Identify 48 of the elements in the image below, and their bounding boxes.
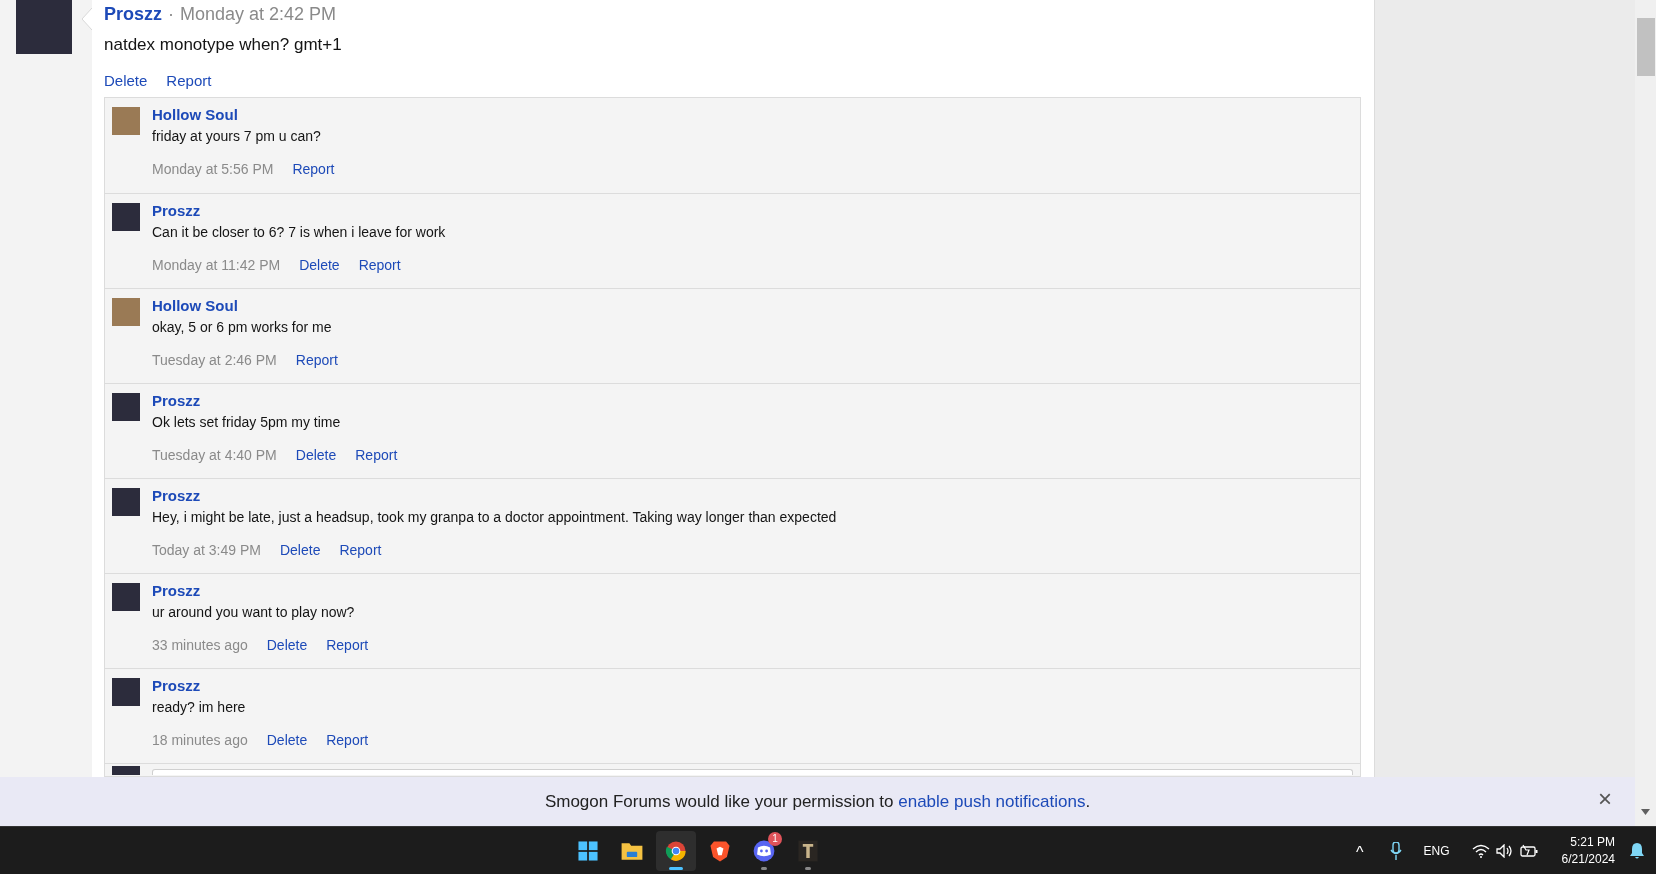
comment-text: Ok lets set friday 5pm my time (152, 413, 342, 431)
action-link[interactable]: Delete (104, 69, 148, 92)
author-link[interactable]: Proszz (104, 1, 163, 28)
author-link[interactable]: Proszz (152, 677, 369, 695)
post-time: Monday at 2:42 PM (180, 3, 337, 26)
comment-text: ur around you want to play now? (152, 603, 356, 621)
clock-time[interactable]: 5:21 PM (1570, 834, 1615, 851)
comment-time: Tuesday at 2:46 PM (152, 351, 277, 370)
tray-caret[interactable]: ^ (1356, 841, 1364, 865)
action-link[interactable]: Report (326, 635, 369, 656)
author-link[interactable]: Hollow Soul (152, 106, 335, 124)
comment-text: okay, 5 or 6 pm works for me (152, 318, 333, 336)
notification-message: Smogon Forums would like your permission to enable push notifications. (544, 790, 1091, 813)
action-link[interactable]: Report (326, 730, 369, 751)
author-link[interactable]: Proszz (152, 487, 837, 505)
action-link[interactable]: Delete (279, 540, 321, 561)
notification-badge: 1 (768, 832, 782, 846)
comment-text: friday at yours 7 pm u can? (152, 127, 322, 145)
action-link[interactable]: Report (292, 159, 335, 180)
comment-time: 33 minutes ago (152, 636, 248, 655)
comment-time: Monday at 5:56 PM (152, 160, 274, 179)
language-indicator[interactable]: ENG (1423, 842, 1450, 860)
author-link[interactable]: Proszz (152, 582, 369, 600)
comment-text: Can it be closer to 6? 7 is when i leave for work (152, 223, 446, 241)
comment-time: Monday at 11:42 PM (152, 256, 281, 275)
action-link[interactable]: Report (339, 540, 382, 561)
author-link[interactable]: Proszz (152, 202, 446, 220)
action-link[interactable]: Report (355, 445, 398, 466)
post-message: natdex monotype when? gmt+1 (104, 34, 343, 56)
separator: · (168, 3, 175, 26)
action-link[interactable]: Delete (299, 255, 340, 276)
enable-notifications-link[interactable]: enable push notifications (898, 791, 1086, 811)
close-button[interactable]: × (1598, 787, 1612, 811)
comment-text: Hey, i might be late, just a headsup, took my granpa to a doctor appointment. Taking way longer than expected (152, 508, 837, 526)
comment-time: Tuesday at 4:40 PM (152, 446, 277, 465)
clock-date[interactable]: 6/21/2024 (1561, 851, 1615, 868)
action-link[interactable]: Delete (295, 445, 337, 466)
comment-text: ready? im here (152, 698, 247, 716)
comment-time: 18 minutes ago (152, 731, 248, 750)
comment-time: Today at 3:49 PM (152, 541, 261, 560)
action-link[interactable]: Delete (266, 635, 308, 656)
action-link[interactable]: Report (166, 69, 212, 92)
action-link[interactable]: Report (295, 350, 338, 371)
author-link[interactable]: Proszz (152, 392, 398, 410)
action-link[interactable]: Report (358, 255, 401, 276)
taskbar-app[interactable]: 1 (744, 831, 784, 871)
action-link[interactable]: Delete (266, 730, 308, 751)
author-link[interactable]: Hollow Soul (152, 297, 338, 315)
